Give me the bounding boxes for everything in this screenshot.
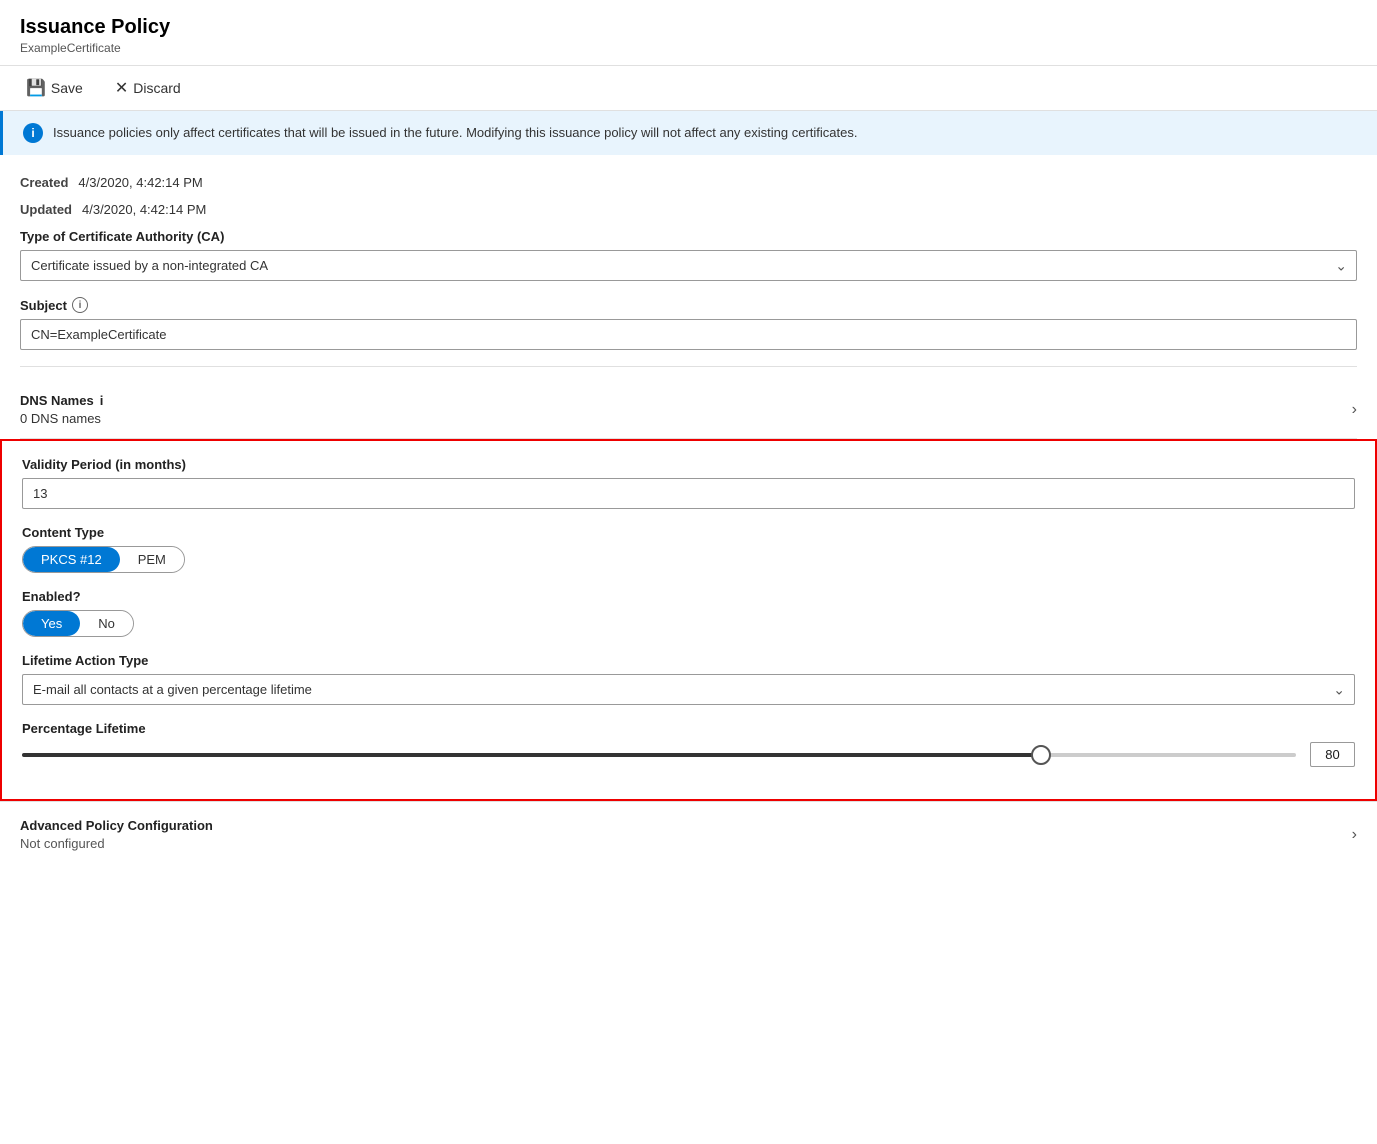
ca-type-dropdown-wrapper: Certificate issued by a non-integrated C… (20, 250, 1357, 281)
advanced-chevron-right-icon: › (1352, 826, 1357, 844)
enabled-field: Enabled? Yes No (22, 589, 1355, 637)
content-type-field: Content Type PKCS #12 PEM (22, 525, 1355, 573)
info-icon: i (23, 123, 43, 143)
enabled-yes-button[interactable]: Yes (23, 611, 80, 636)
created-value: 4/3/2020, 4:42:14 PM (78, 175, 202, 190)
content-type-pkcs12-button[interactable]: PKCS #12 (23, 547, 120, 572)
dns-names-row[interactable]: DNS Names i 0 DNS names › (20, 381, 1357, 439)
discard-icon: ✕ (115, 78, 128, 98)
subject-info-icon[interactable]: i (72, 297, 88, 313)
discard-button[interactable]: ✕ Discard (109, 74, 187, 102)
save-button[interactable]: 💾 Save (20, 74, 89, 102)
save-icon: 💾 (26, 78, 46, 98)
enabled-toggle: Yes No (22, 610, 134, 637)
divider-1 (20, 366, 1357, 367)
enabled-label: Enabled? (22, 589, 1355, 604)
updated-value: 4/3/2020, 4:42:14 PM (82, 202, 206, 217)
advanced-left: Advanced Policy Configuration Not config… (20, 818, 213, 851)
validity-input[interactable] (22, 478, 1355, 509)
banner-text: Issuance policies only affect certificat… (53, 123, 857, 143)
advanced-policy-row[interactable]: Advanced Policy Configuration Not config… (0, 801, 1377, 867)
dns-names-label: DNS Names (20, 393, 94, 408)
ca-type-select[interactable]: Certificate issued by a non-integrated C… (20, 250, 1357, 281)
content-type-toggle: PKCS #12 PEM (22, 546, 185, 573)
info-banner: i Issuance policies only affect certific… (0, 111, 1377, 155)
subject-input[interactable] (20, 319, 1357, 350)
page-header: Issuance Policy ExampleCertificate (0, 0, 1377, 66)
page-title: Issuance Policy (20, 16, 1357, 39)
content-type-label: Content Type (22, 525, 1355, 540)
updated-row: Updated 4/3/2020, 4:42:14 PM (20, 202, 1357, 217)
ca-type-label: Type of Certificate Authority (CA) (20, 229, 1357, 244)
percentage-value-box: 80 (1310, 742, 1355, 767)
validity-field: Validity Period (in months) (22, 457, 1355, 509)
percentage-slider-thumb[interactable] (1031, 745, 1051, 765)
percentage-lifetime-field: Percentage Lifetime 80 (22, 721, 1355, 767)
highlighted-section: Validity Period (in months) Content Type… (0, 439, 1377, 801)
form-body: Created 4/3/2020, 4:42:14 PM Updated 4/3… (0, 155, 1377, 439)
slider-container: 80 (22, 742, 1355, 767)
dns-label-row: DNS Names i (20, 393, 103, 408)
lifetime-action-field: Lifetime Action Type E-mail all contacts… (22, 653, 1355, 705)
updated-label: Updated (20, 202, 72, 217)
lifetime-action-select[interactable]: E-mail all contacts at a given percentag… (22, 674, 1355, 705)
subject-label: Subject i (20, 297, 1357, 313)
percentage-slider-track[interactable] (22, 753, 1296, 757)
ca-type-field: Type of Certificate Authority (CA) Certi… (20, 229, 1357, 281)
subject-field: Subject i (20, 297, 1357, 350)
validity-label: Validity Period (in months) (22, 457, 1355, 472)
enabled-no-button[interactable]: No (80, 611, 133, 636)
advanced-value: Not configured (20, 836, 213, 851)
created-row: Created 4/3/2020, 4:42:14 PM (20, 175, 1357, 190)
lifetime-action-label: Lifetime Action Type (22, 653, 1355, 668)
toolbar: 💾 Save ✕ Discard (0, 66, 1377, 111)
created-label: Created (20, 175, 68, 190)
advanced-title: Advanced Policy Configuration (20, 818, 213, 833)
content-type-pem-button[interactable]: PEM (120, 547, 184, 572)
page-subtitle: ExampleCertificate (20, 41, 1357, 55)
dns-info-icon[interactable]: i (100, 393, 104, 408)
dns-chevron-right-icon: › (1352, 401, 1357, 419)
lifetime-action-dropdown-wrapper: E-mail all contacts at a given percentag… (22, 674, 1355, 705)
percentage-lifetime-label: Percentage Lifetime (22, 721, 1355, 736)
dns-count: 0 DNS names (20, 411, 103, 426)
dns-left: DNS Names i 0 DNS names (20, 393, 103, 426)
